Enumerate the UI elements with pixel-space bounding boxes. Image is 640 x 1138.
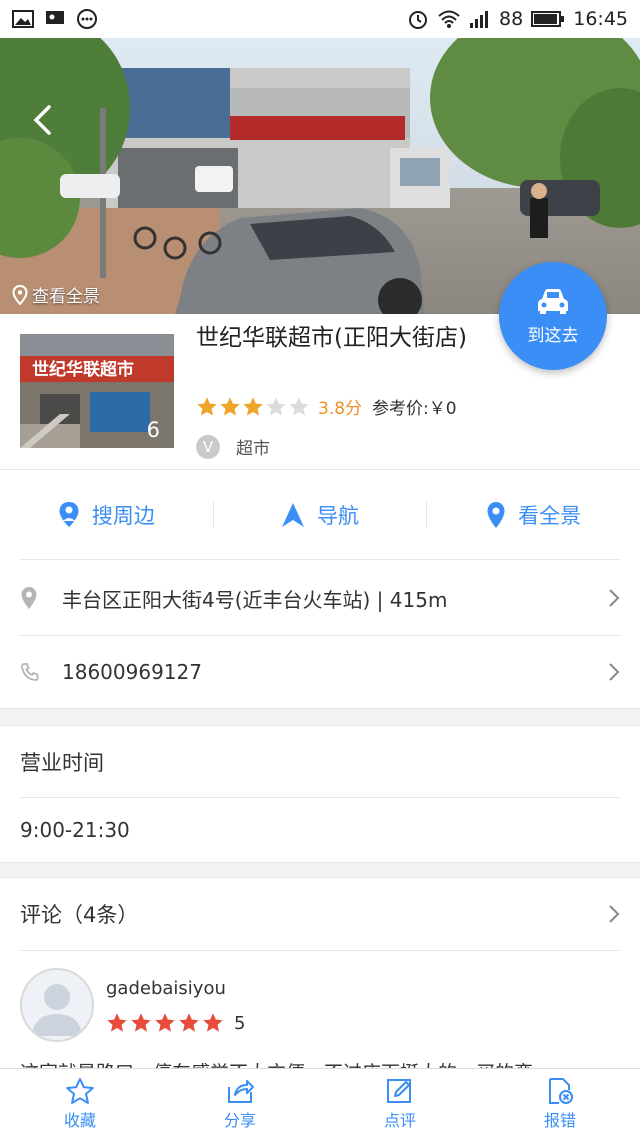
search-nearby-button[interactable]: 搜周边 xyxy=(0,470,213,560)
navigation-arrow-icon xyxy=(282,503,304,527)
status-right: 88 16:45 xyxy=(407,8,628,30)
gallery-icon xyxy=(12,10,34,28)
back-button[interactable] xyxy=(22,98,62,142)
address-pin-icon-wrap xyxy=(20,586,48,610)
star-icon xyxy=(243,396,263,416)
location-pin-icon xyxy=(21,587,37,609)
phone-row[interactable]: 18600969127 xyxy=(0,636,640,708)
chevron-left-icon xyxy=(33,105,51,135)
star-icon xyxy=(179,1013,199,1032)
divider xyxy=(20,950,620,951)
edit-review-icon xyxy=(387,1078,411,1103)
location-pin-icon xyxy=(12,284,28,305)
rating-score: 3.8分 xyxy=(318,399,363,419)
alarm-icon xyxy=(409,11,428,29)
address-row[interactable]: 丰台区正阳大街4号(近丰台火车站) | 415m xyxy=(0,560,640,636)
share-label: 分享 xyxy=(223,1110,256,1130)
category-label: 超市 xyxy=(236,439,270,459)
star-icon xyxy=(197,396,217,416)
chevron-right-icon xyxy=(609,663,620,681)
phone-icon-wrap xyxy=(20,662,48,682)
section-gap xyxy=(0,708,640,726)
phone-icon xyxy=(21,663,39,681)
comment-rating: 5 xyxy=(106,1012,245,1034)
star-icon xyxy=(131,1013,151,1032)
status-bar: 88 16:45 xyxy=(0,0,640,38)
rating-row: 3.8分 参考价:￥0 xyxy=(196,394,457,419)
star-icon xyxy=(155,1013,175,1032)
go-here-label: 到这去 xyxy=(527,325,579,346)
comment-username: gadebaisiyou xyxy=(106,978,226,999)
flag-icon xyxy=(46,11,64,24)
report-error-button[interactable]: 报错 xyxy=(480,1069,640,1138)
poi-photo-thumbnail[interactable]: 世纪华联超市 6 xyxy=(20,334,174,448)
share-button[interactable]: 分享 xyxy=(160,1069,320,1138)
hours-title: 营业时间 xyxy=(20,751,104,775)
phone-number: 18600969127 xyxy=(62,660,202,684)
star-icon xyxy=(220,396,240,416)
wifi-icon xyxy=(438,10,460,28)
verified-badge: V xyxy=(196,434,220,459)
chevron-right-icon xyxy=(609,905,620,923)
poi-title: 世纪华联超市(正阳大街店) xyxy=(196,325,467,351)
star-outline-icon xyxy=(66,1077,94,1104)
comment-item[interactable]: gadebaisiyou 5 这家就是路口，停车感觉不太方便，不过店面挺大的，买… xyxy=(0,952,640,1084)
avatar[interactable] xyxy=(20,968,94,1042)
share-icon xyxy=(228,1079,254,1103)
category-row: V 超市 xyxy=(196,434,270,459)
clock: 16:45 xyxy=(573,8,628,30)
hours-row: 9:00-21:30 xyxy=(0,798,640,862)
rating-stars xyxy=(196,396,310,418)
battery-icon xyxy=(531,11,565,27)
section-gap xyxy=(0,862,640,878)
reference-price: 参考价:￥0 xyxy=(372,399,457,419)
view-panorama-action-label: 看全景 xyxy=(518,504,582,528)
review-button[interactable]: 点评 xyxy=(320,1069,480,1138)
more-circle-icon xyxy=(77,9,97,29)
view-panorama-link[interactable]: 查看全景 xyxy=(12,282,100,307)
panorama-pin-icon xyxy=(487,502,505,528)
report-error-icon xyxy=(549,1077,573,1104)
comment-stars xyxy=(106,1012,224,1034)
search-nearby-label: 搜周边 xyxy=(91,504,155,528)
navigate-label: 导航 xyxy=(317,504,359,528)
star-icon xyxy=(107,1013,127,1032)
hours-value: 9:00-21:30 xyxy=(20,818,130,842)
star-icon xyxy=(266,396,286,416)
photo-count: 6 xyxy=(146,418,160,442)
bottom-toolbar: 收藏 分享 点评 报错 xyxy=(0,1068,640,1138)
favorite-button[interactable]: 收藏 xyxy=(0,1069,160,1138)
store-sign-text: 世纪华联超市 xyxy=(32,359,134,380)
comment-score: 5 xyxy=(234,1012,246,1034)
comments-title: 评论（4条） xyxy=(20,903,139,927)
navigate-button[interactable]: 导航 xyxy=(214,470,427,560)
hours-header: 营业时间 xyxy=(0,726,640,798)
star-icon xyxy=(289,396,309,416)
star-icon xyxy=(203,1013,223,1032)
battery-level: 88 xyxy=(499,8,524,30)
chevron-right-icon xyxy=(609,589,620,607)
action-row: 搜周边 导航 看全景 xyxy=(0,470,640,560)
car-icon xyxy=(538,288,568,314)
comments-header[interactable]: 评论（4条） xyxy=(0,878,640,950)
view-panorama-button[interactable]: 看全景 xyxy=(427,470,640,560)
favorite-label: 收藏 xyxy=(63,1110,96,1130)
view-panorama-label: 查看全景 xyxy=(32,287,100,307)
go-here-button[interactable]: 到这去 xyxy=(499,262,607,370)
report-error-label: 报错 xyxy=(543,1110,576,1130)
status-left xyxy=(12,8,98,30)
default-avatar-icon xyxy=(32,984,82,1036)
location-pin-person-icon xyxy=(59,502,79,527)
review-label: 点评 xyxy=(383,1110,416,1130)
address-text: 丰台区正阳大街4号(近丰台火车站) | 415m xyxy=(62,587,448,612)
signal-icon xyxy=(470,11,489,28)
